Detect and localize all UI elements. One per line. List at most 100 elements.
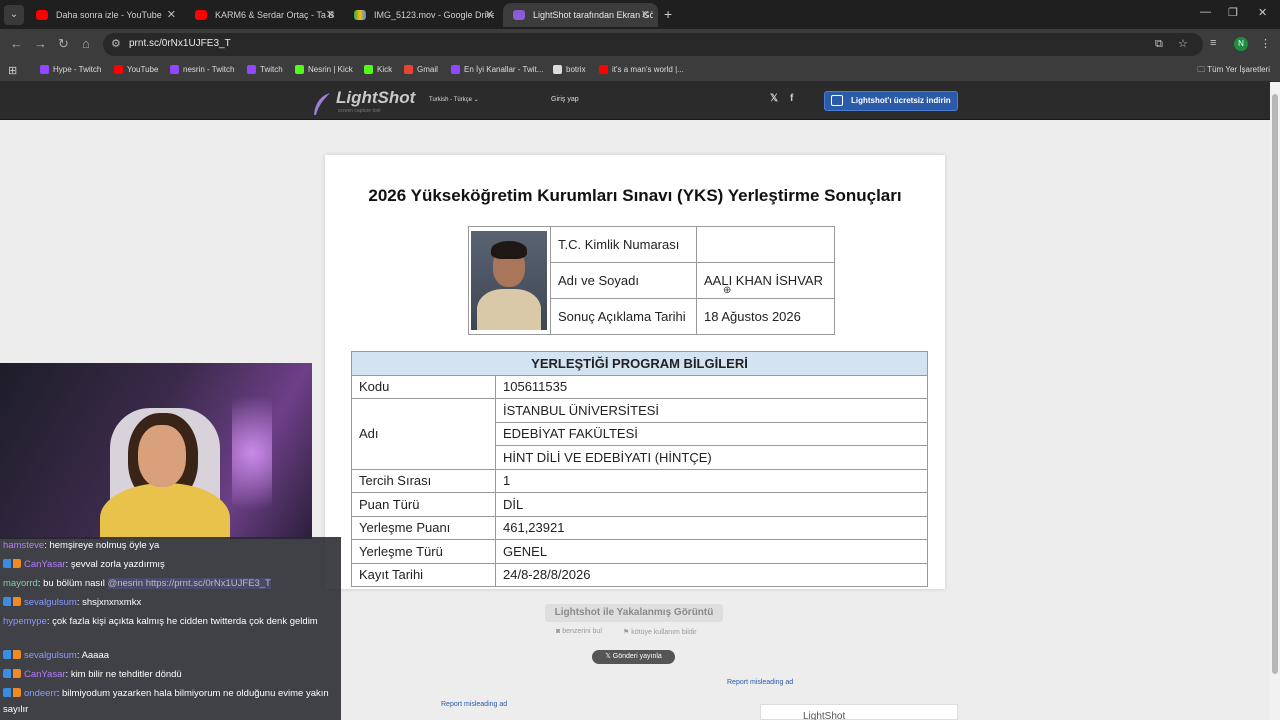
ad-text: LightShot <box>803 711 846 720</box>
tab-google-drive[interactable]: IMG_5123.mov - Google Drive ✕ <box>344 3 502 27</box>
chat-message: hamsteve: hemşireye nolmuş öyle ya <box>3 538 338 554</box>
bookmark-en-iyi-kanallar[interactable]: En İyi Kanallar - Twit... <box>451 64 543 76</box>
profile-avatar[interactable]: N <box>1234 37 1248 51</box>
registration-date-value: 24/8-28/8/2026 <box>495 562 928 587</box>
feather-icon <box>314 93 330 115</box>
bookmark-label: Twitch <box>260 65 283 74</box>
close-window-icon[interactable]: ✕ <box>1258 6 1267 19</box>
program-faculty: EDEBİYAT FAKÜLTESİ <box>495 421 928 446</box>
date-label: Sonuç Açıklama Tarihi <box>550 298 697 335</box>
forward-arrow-icon[interactable]: → <box>34 36 47 51</box>
tab-search-button[interactable]: ⌄ <box>4 5 24 25</box>
chat-message: sevalgulsum: shsjxnxnxmkx <box>3 595 338 611</box>
identity-table: T.C. Kimlik Numarası Adı ve Soyadı AALI … <box>468 226 835 335</box>
ad-banner[interactable]: LightShot <box>760 704 958 720</box>
webcam-overlay <box>0 363 312 539</box>
page-scrollbar[interactable] <box>1270 82 1280 720</box>
lightshot-feather-icon <box>513 10 525 20</box>
chat-message: mayorrd: bu bölüm nasıl @nesrin https://… <box>3 576 338 592</box>
report-ad-link[interactable]: Report misleading ad <box>727 679 793 686</box>
language-label: Turkish - Türkçe <box>429 97 473 103</box>
id-value <box>696 226 835 263</box>
date-value: 18 Ağustos 2026 <box>696 298 835 335</box>
bookmark-label: Gmail <box>417 65 438 74</box>
reload-icon[interactable]: ↻ <box>58 36 69 52</box>
tab-youtube-watch-later[interactable]: Daha sonra izle - YouTube ✕ <box>26 3 184 27</box>
bookmark-hype-twitch[interactable]: Hype - Twitch <box>40 64 101 76</box>
bookmark-gmail[interactable]: Gmail <box>404 64 438 76</box>
youtube-icon <box>36 10 48 20</box>
close-tab-icon[interactable]: ✕ <box>326 3 335 27</box>
download-lightshot-button[interactable]: Lightshot'ı ücretsiz indirin <box>824 91 958 111</box>
menu-dots-icon[interactable]: ⋮ <box>1260 37 1271 50</box>
registration-date-label: Kayıt Tarihi <box>351 562 496 587</box>
bookmark-nesrin-twitch[interactable]: nesrin - Twitch <box>170 64 234 76</box>
tab-lightshot[interactable]: LightShot tarafından Ekran Görü ✕ <box>503 3 658 27</box>
apps-grid-icon[interactable]: ⊞ <box>8 64 17 77</box>
minimize-icon[interactable]: — <box>1200 6 1211 18</box>
all-bookmarks-folder[interactable]: 🗀 Tüm Yer İşaretleri <box>1197 64 1270 78</box>
chat-badges-icon <box>3 688 21 697</box>
scrollbar-thumb[interactable] <box>1272 94 1278 674</box>
reading-list-icon[interactable]: ≡ <box>1210 37 1216 49</box>
twitter-icon[interactable]: 𝕏 <box>770 93 778 104</box>
bookmark-mans-world[interactable]: it's a man's world |... <box>599 64 684 76</box>
zoom-cursor-icon: ⊕ <box>723 285 732 296</box>
install-app-icon[interactable]: ⧉ <box>1155 38 1163 51</box>
bookmark-youtube[interactable]: YouTube <box>114 64 158 76</box>
new-tab-plus-icon[interactable]: + <box>664 6 672 22</box>
bookmark-twitch[interactable]: Twitch <box>247 64 283 76</box>
id-label: T.C. Kimlik Numarası <box>550 226 697 263</box>
bookmarks-bar: ⊞ Hype - Twitch YouTube nesrin - Twitch … <box>0 60 1280 82</box>
score-type-value: DİL <box>495 492 928 517</box>
report-ad-link[interactable]: Report misleading ad <box>441 701 507 708</box>
webcam-person-face <box>138 425 186 487</box>
tab-title: KARM6 & Serdar Ortaç - Ta Bur <box>215 10 335 20</box>
report-abuse-link[interactable]: ⚑ kötüye kullanım bildir <box>623 628 697 636</box>
photo-hair <box>491 241 527 259</box>
screenshot-image: 2026 Yükseköğretim Kurumları Sınavı (YKS… <box>325 155 945 589</box>
program-header: YERLEŞTİĞİ PROGRAM BİLGİLERİ <box>351 351 928 376</box>
chat-username: CanYasar <box>24 669 66 680</box>
back-arrow-icon[interactable]: ← <box>10 36 23 51</box>
chat-text: : bu bölüm nasıl <box>37 578 108 589</box>
chat-text: : kim bilir ne tehditler döndü <box>65 669 182 680</box>
chat-message: ondeerr: bilmiyodum yazarken hala bilmiy… <box>3 686 338 718</box>
chat-message: hypemype: çok fazla kişi açıkta kalmış h… <box>3 614 338 630</box>
chat-mention: @nesrin https://prnt.sc/0rNx1UJFE3_T <box>107 578 271 589</box>
bookmark-kick[interactable]: Kick <box>364 64 392 76</box>
preference-order-label: Tercih Sırası <box>351 468 496 493</box>
maximize-icon[interactable]: ❐ <box>1228 6 1238 19</box>
chat-badges-icon <box>3 669 21 678</box>
bookmark-label: En İyi Kanallar - Twit... <box>464 65 544 74</box>
find-similar-link[interactable]: ◙ benzerini bul <box>556 628 602 635</box>
tab-youtube-karm6[interactable]: KARM6 & Serdar Ortaç - Ta Bur ✕ <box>185 3 343 27</box>
address-bar[interactable]: ⚙ prnt.sc/0rNx1UJFE3_T ⧉ ☆ <box>103 33 1203 56</box>
site-info-icon[interactable]: ⚙ <box>111 37 121 50</box>
youtube-icon <box>195 10 207 20</box>
language-selector[interactable]: Turkish - Türkçe ⌄ <box>429 96 479 103</box>
captured-caption: Lightshot ile Yakalanmış Görüntü <box>545 604 723 622</box>
twitch-icon <box>40 65 49 74</box>
login-link[interactable]: Giriş yap <box>551 96 579 103</box>
chat-username: hypemype <box>3 616 47 627</box>
post-on-x-button[interactable]: 𝕏 Gönderi yayınla <box>592 650 675 664</box>
kick-icon <box>364 65 373 74</box>
close-tab-icon[interactable]: ✕ <box>167 3 176 27</box>
score-type-label: Puan Türü <box>351 492 496 517</box>
webcam-lamp <box>232 373 272 533</box>
close-tab-icon[interactable]: ✕ <box>641 3 650 27</box>
bookmark-botrix[interactable]: botrix <box>553 64 586 76</box>
program-code-value: 105611535 <box>495 374 928 399</box>
facebook-icon[interactable]: f <box>790 93 793 104</box>
botrix-icon <box>553 65 562 74</box>
bookmark-star-icon[interactable]: ☆ <box>1178 37 1188 50</box>
youtube-icon <box>114 65 123 74</box>
program-code-label: Kodu <box>351 374 496 399</box>
home-icon[interactable]: ⌂ <box>82 36 90 51</box>
chat-username: hamsteve <box>3 540 45 551</box>
close-tab-icon[interactable]: ✕ <box>485 3 494 27</box>
bookmark-nesrin-kick[interactable]: Nesrin | Kick <box>295 64 353 76</box>
lightshot-header: LightShot screen capture tool Turkish - … <box>0 82 1270 120</box>
google-drive-icon <box>354 10 366 20</box>
